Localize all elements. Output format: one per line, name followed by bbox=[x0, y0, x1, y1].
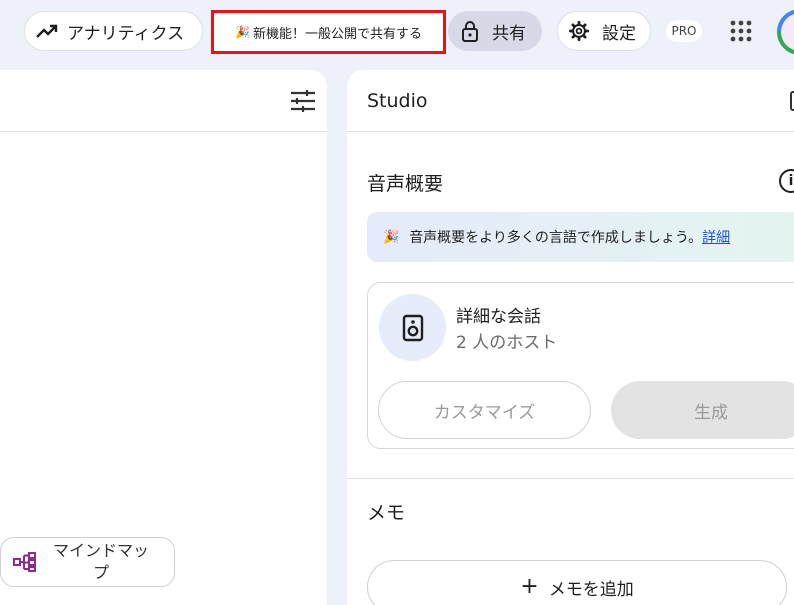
customize-button[interactable]: カスタマイズ bbox=[378, 381, 591, 439]
panel-divider bbox=[0, 131, 327, 132]
studio-divider bbox=[347, 131, 794, 132]
plus-icon: + bbox=[520, 574, 539, 599]
speaker-icon bbox=[402, 314, 423, 341]
settings-button[interactable]: 設定 bbox=[557, 11, 651, 51]
add-memo-label: メモを追加 bbox=[548, 579, 634, 600]
generate-button[interactable]: 生成 bbox=[611, 381, 794, 439]
top-bar: アナリティクス 🎉 新機能！一般公開で共有する 共有 設定 PRO bbox=[0, 0, 794, 64]
speaker-icon-container bbox=[379, 294, 446, 361]
analytics-label: アナリティクス bbox=[67, 23, 185, 44]
audio-overview-card: 詳細な会話 2 人のホスト カスタマイズ 生成 bbox=[367, 282, 794, 449]
banner-text: 音声概要をより多くの言語で作成しましょう。 bbox=[409, 230, 703, 246]
party-popper-icon: 🎉 bbox=[383, 229, 400, 245]
pro-badge: PRO bbox=[666, 20, 702, 42]
card-title: 詳細な会話 bbox=[456, 307, 541, 327]
mindmap-label: マインドマップ bbox=[52, 541, 149, 582]
new-feature-label: 新機能！一般公開で共有する bbox=[252, 26, 422, 42]
tune-icon[interactable] bbox=[290, 90, 316, 112]
card-subtitle: 2 人のホスト bbox=[456, 333, 558, 353]
memo-divider bbox=[347, 478, 794, 479]
analytics-button[interactable]: アナリティクス bbox=[24, 11, 203, 51]
gear-icon bbox=[568, 20, 590, 42]
language-banner: 🎉 音声概要をより多くの言語で作成しましょう。 詳細 bbox=[367, 212, 794, 262]
mindmap-icon bbox=[13, 552, 36, 572]
share-label: 共有 bbox=[492, 23, 526, 44]
lock-icon bbox=[462, 21, 478, 42]
add-memo-button[interactable]: + メモを追加 bbox=[367, 560, 787, 605]
studio-title: Studio bbox=[367, 90, 428, 112]
apps-grid-icon[interactable] bbox=[730, 20, 752, 42]
info-icon[interactable]: i bbox=[779, 169, 794, 193]
panel-toggle-icon[interactable] bbox=[790, 91, 794, 111]
party-popper-icon: 🎉 bbox=[235, 25, 250, 39]
memo-title: メモ bbox=[367, 502, 406, 524]
trending-up-icon bbox=[36, 24, 58, 38]
settings-label: 設定 bbox=[602, 23, 636, 44]
share-button[interactable]: 共有 bbox=[448, 11, 542, 51]
new-feature-announcement[interactable]: 🎉 新機能！一般公開で共有する bbox=[211, 10, 446, 54]
audio-overview-title: 音声概要 bbox=[367, 173, 444, 195]
mindmap-button[interactable]: マインドマップ bbox=[0, 537, 175, 587]
avatar[interactable] bbox=[777, 9, 794, 55]
chat-panel: マインドマップ bbox=[0, 70, 327, 605]
studio-panel: Studio 音声概要 i 🎉 音声概要をより多くの言語で作成しましょう。 詳細… bbox=[347, 70, 794, 605]
details-link[interactable]: 詳細 bbox=[702, 227, 730, 247]
